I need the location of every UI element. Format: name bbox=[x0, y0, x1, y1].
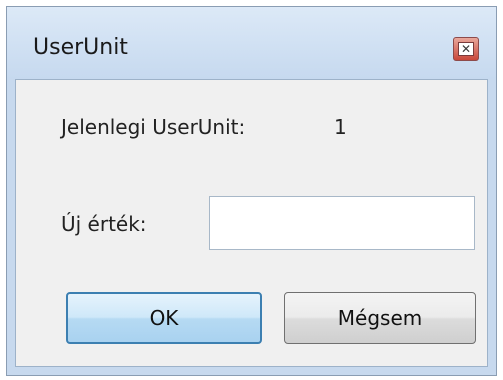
close-button[interactable]: ✕ bbox=[453, 37, 479, 61]
dialog-content: Jelenlegi UserUnit: 1 Új érték: OK Mégse… bbox=[15, 79, 488, 367]
cancel-button[interactable]: Mégsem bbox=[284, 292, 476, 344]
new-value-label: Új érték: bbox=[61, 212, 147, 236]
close-icon: ✕ bbox=[458, 42, 474, 56]
title-bar[interactable]: UserUnit ✕ bbox=[7, 7, 496, 79]
window-title: UserUnit bbox=[33, 35, 128, 60]
ok-button[interactable]: OK bbox=[66, 292, 262, 344]
new-value-input[interactable] bbox=[209, 196, 475, 250]
userunit-dialog-window: UserUnit ✕ Jelenlegi UserUnit: 1 Új érté… bbox=[6, 6, 497, 376]
current-userunit-label: Jelenlegi UserUnit: bbox=[61, 115, 246, 139]
current-userunit-value: 1 bbox=[334, 115, 347, 139]
